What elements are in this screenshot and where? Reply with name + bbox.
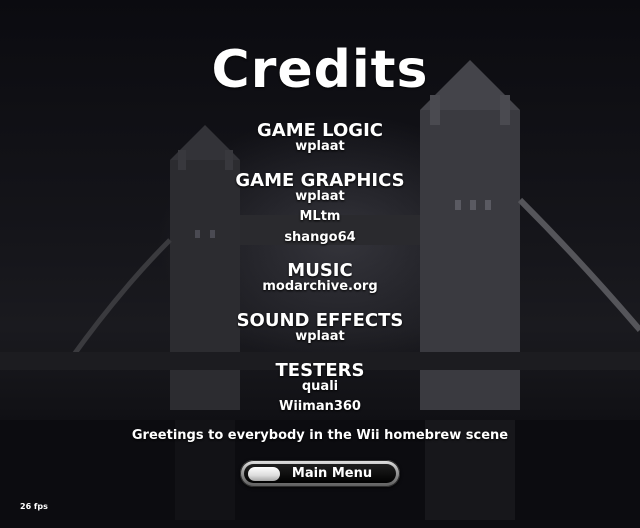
section-heading-music: MUSIC xyxy=(287,260,353,281)
credit-name: MLtm xyxy=(299,209,341,224)
page-title: Credits xyxy=(211,40,429,100)
credit-name: wplaat xyxy=(295,329,345,344)
section-heading-testers: TESTERS xyxy=(275,360,365,381)
section-heading-game-logic: GAME LOGIC xyxy=(257,120,383,141)
main-menu-button-label: Main Menu xyxy=(291,466,373,481)
section-heading-sound-effects: SOUND EFFECTS xyxy=(236,310,404,331)
greeting-text: Greetings to everybody in the Wii homebr… xyxy=(131,428,509,443)
button-pill-icon xyxy=(248,467,280,481)
credit-name: quali xyxy=(301,379,339,394)
credit-name: wplaat xyxy=(295,139,345,154)
credit-name: shango64 xyxy=(284,230,356,245)
credit-name: wplaat xyxy=(295,189,345,204)
credit-name: Wiiman360 xyxy=(279,399,361,414)
fps-counter: 26 fps xyxy=(20,502,48,511)
main-menu-button-inner: Main Menu xyxy=(244,464,396,483)
credits-screen: Credits GAME LOGIC wplaat GAME GRAPHICS … xyxy=(0,0,640,528)
section-heading-game-graphics: GAME GRAPHICS xyxy=(235,170,405,191)
main-menu-button[interactable]: Main Menu xyxy=(240,460,400,487)
credit-name: modarchive.org xyxy=(262,279,378,294)
